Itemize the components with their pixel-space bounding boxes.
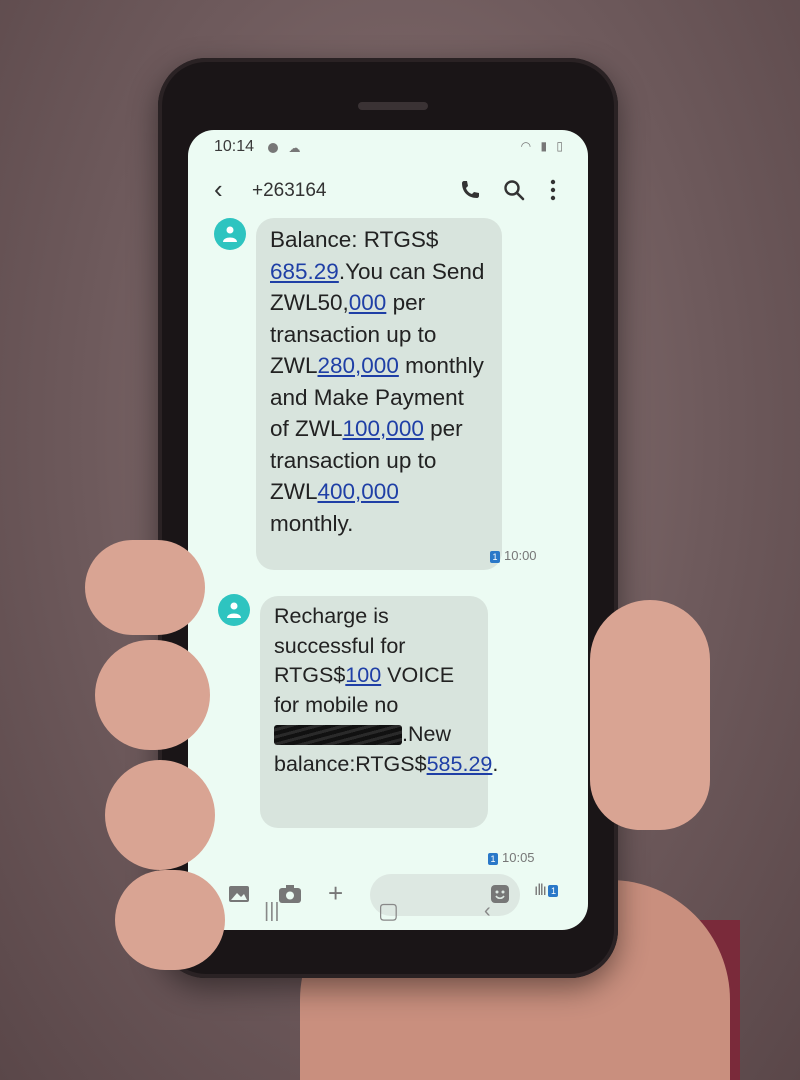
phone-screen: 10:14 ☁ ◠ ▮ ▯ ‹ +263164 Balance: RTGS$ 6…: [188, 130, 588, 930]
number-link[interactable]: 280,000: [318, 353, 399, 378]
finger: [115, 870, 225, 970]
message-bubble[interactable]: Recharge is successful for RTGS$100 VOIC…: [260, 596, 498, 828]
signal-icon: ▮: [540, 139, 551, 153]
person-icon: [223, 226, 237, 242]
app-bar: ‹ +263164: [188, 170, 588, 214]
sender-avatar[interactable]: [214, 218, 246, 250]
person-icon: [227, 602, 241, 618]
phone-call-icon[interactable]: [458, 178, 482, 202]
cloud-icon: ☁: [288, 140, 301, 155]
battery-icon: ▯: [556, 139, 566, 153]
status-bar: 10:14 ☁ ◠ ▮ ▯: [188, 130, 588, 162]
voice-recorder-icon[interactable]: ıllı 1: [534, 882, 562, 900]
number-link[interactable]: 58: [427, 752, 451, 776]
number-link[interactable]: 000: [349, 290, 387, 315]
redacted-number: [274, 725, 402, 746]
message-bubble[interactable]: Balance: RTGS$ 685.29.You can Send ZWL50…: [256, 218, 502, 570]
navigation-bar: ||| ▢ ‹: [188, 898, 588, 930]
number-link[interactable]: 100: [345, 663, 381, 687]
recent-apps-icon[interactable]: |||: [264, 900, 280, 923]
message-text: .: [492, 751, 499, 776]
sim-badge: 1: [490, 550, 500, 563]
number-link[interactable]: 5.29: [451, 752, 493, 776]
search-icon[interactable]: [502, 178, 526, 202]
message-timestamp: 1 10:00: [490, 548, 537, 563]
status-icons: ◠ ▮ ▯: [521, 139, 566, 153]
message-thread[interactable]: Balance: RTGS$ 685.29.You can Send ZWL50…: [188, 218, 588, 870]
notification-dot-icon: [268, 142, 278, 153]
message-text: Balance: RTGS$: [270, 227, 439, 252]
finger: [95, 640, 210, 750]
contact-name: +263164: [252, 180, 327, 201]
sim-badge: 1: [548, 884, 558, 897]
earpiece-speaker: [358, 102, 428, 110]
thumb: [590, 600, 710, 830]
home-icon[interactable]: ▢: [378, 898, 399, 924]
number-link[interactable]: 400,000: [318, 479, 399, 504]
finger: [85, 540, 205, 635]
wifi-icon: ◠: [520, 139, 535, 153]
more-options-icon[interactable]: [546, 178, 560, 202]
message-timestamp: 1 10:05: [488, 850, 535, 865]
finger: [105, 760, 215, 870]
number-link[interactable]: 100,000: [343, 416, 424, 441]
sim-badge: 1: [488, 852, 498, 865]
back-nav-icon[interactable]: ‹: [484, 900, 491, 923]
back-arrow-icon[interactable]: ‹: [214, 174, 223, 205]
sender-avatar[interactable]: [218, 594, 250, 626]
message-text: monthly.: [270, 510, 354, 536]
phone: 10:14 ☁ ◠ ▮ ▯ ‹ +263164 Balance: RTGS$ 6…: [158, 58, 618, 978]
status-time: 10:14: [214, 138, 255, 155]
number-link[interactable]: 685.29: [270, 259, 339, 284]
